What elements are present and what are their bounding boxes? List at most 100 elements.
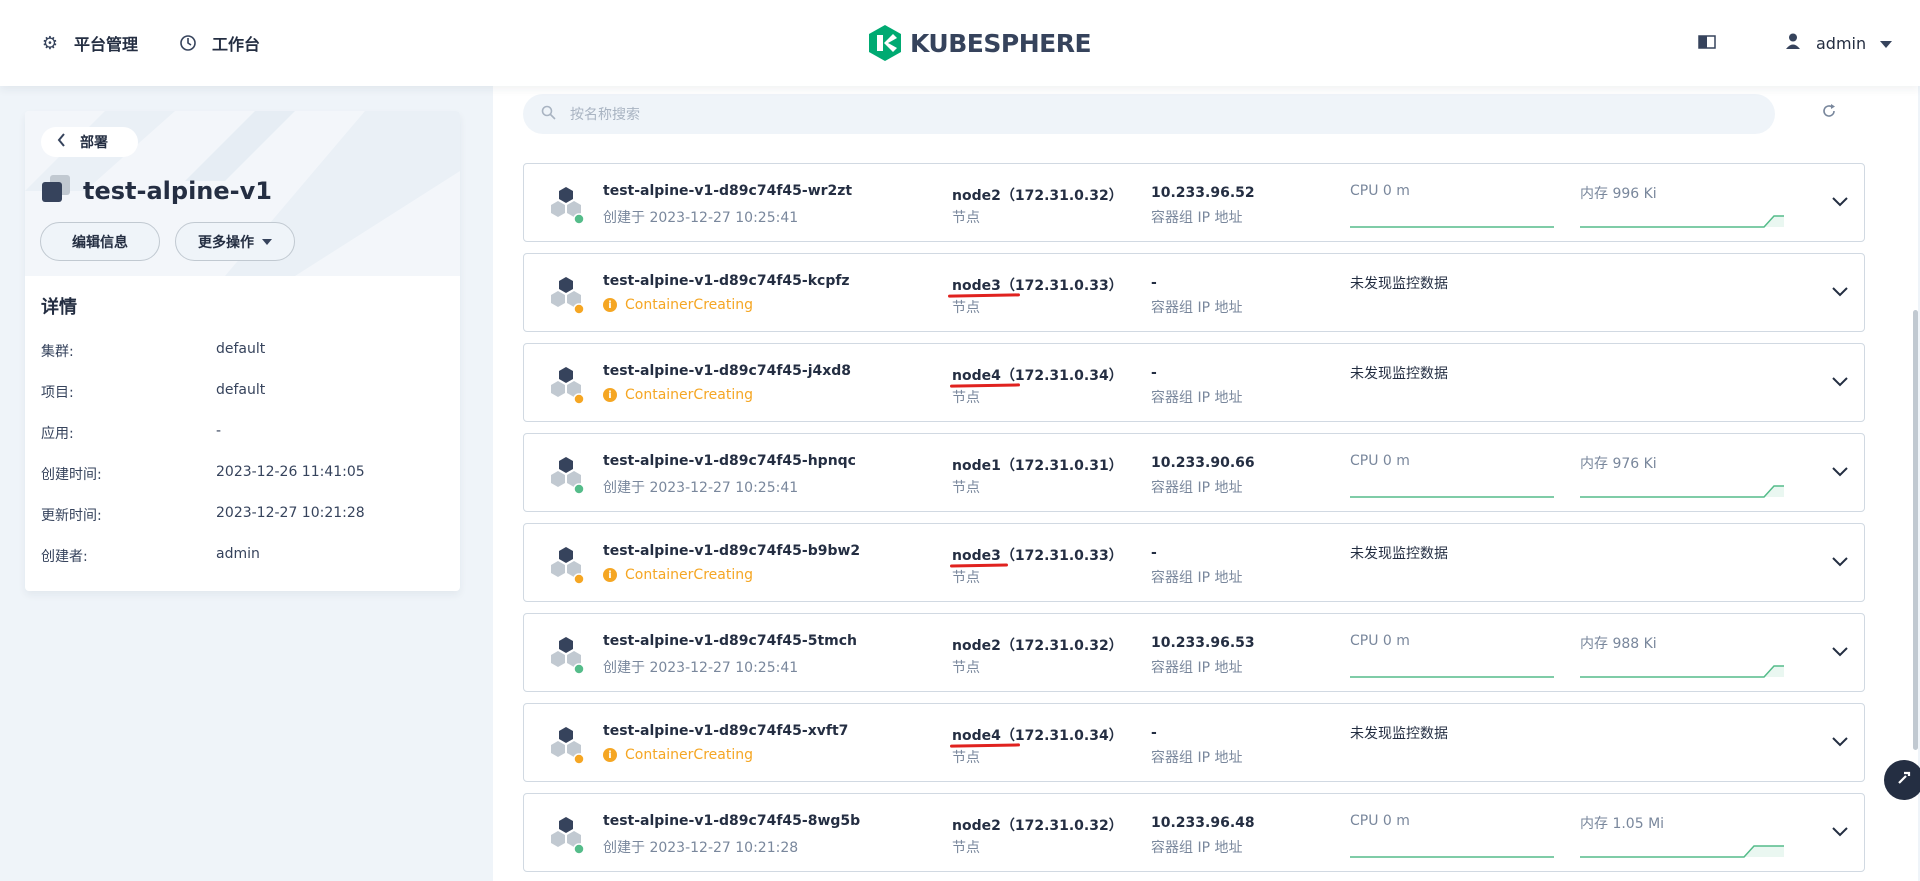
pod-ip-label: 容器组 IP 地址 [1151, 390, 1243, 406]
kubesphere-logo[interactable]: KUBESPHERE [868, 24, 1092, 62]
pod-ip: 10.233.96.53 [1151, 635, 1255, 651]
kubesphere-logo-icon [869, 25, 901, 61]
pod-name[interactable]: test-alpine-v1-d89c74f45-8wg5b [603, 813, 860, 829]
search-icon [541, 105, 556, 124]
platform-management-button[interactable]: ⚙ 平台管理 [40, 28, 138, 58]
workbench-label: 工作台 [212, 35, 261, 54]
pod-row[interactable]: test-alpine-v1-d89c74f45-j4xd8 i Container… [523, 343, 1865, 422]
info-icon: i [603, 748, 617, 762]
node-label: 节点 [952, 300, 980, 316]
memory-usage-label: 内存 976 Ki [1580, 456, 1657, 472]
node-label: 节点 [952, 210, 980, 226]
refresh-icon[interactable] [1820, 102, 1842, 124]
user-icon [1784, 32, 1802, 54]
pod-icon [551, 187, 585, 225]
pod-ip-label: 容器组 IP 地址 [1151, 660, 1243, 676]
expand-chevron-icon[interactable] [1832, 372, 1852, 392]
pod-row[interactable]: test-alpine-v1-d89c74f45-hpnqc 创建于 2023-1… [523, 433, 1865, 512]
node-label: 节点 [952, 480, 980, 496]
pod-ip-label: 容器组 IP 地址 [1151, 300, 1243, 316]
pod-name[interactable]: test-alpine-v1-d89c74f45-hpnqc [603, 453, 856, 469]
logo-text: KUBESPHERE [910, 28, 1092, 58]
node-name: node3（172.31.0.33） [952, 278, 1123, 294]
detail-key: 项目: [41, 385, 74, 401]
deployment-icon [41, 174, 71, 208]
red-annotation-underline [949, 563, 1009, 568]
pod-name[interactable]: test-alpine-v1-d89c74f45-kcpfz [603, 273, 850, 289]
pod-ip: - [1151, 725, 1157, 741]
memory-sparkline [1580, 485, 1784, 498]
cpu-sparkline [1350, 496, 1554, 498]
edit-info-label: 编辑信息 [72, 234, 128, 251]
pod-status-text: ContainerCreating [625, 297, 753, 313]
pod-name[interactable]: test-alpine-v1-d89c74f45-j4xd8 [603, 363, 851, 379]
node-label: 节点 [952, 750, 980, 766]
pod-status-text: ContainerCreating [625, 387, 753, 403]
cpu-sparkline [1350, 676, 1554, 678]
pod-ip: - [1151, 365, 1157, 381]
user-menu[interactable]: admin [1784, 28, 1893, 58]
pod-icon [551, 817, 585, 855]
pod-ip-label: 容器组 IP 地址 [1151, 840, 1243, 856]
pod-status: i ContainerCreating [603, 387, 753, 403]
pod-icon [551, 367, 585, 405]
pod-row[interactable]: test-alpine-v1-d89c74f45-xvft7 i Container… [523, 703, 1865, 782]
pod-status: i ContainerCreating [603, 567, 753, 583]
theme-toggle-icon[interactable] [1698, 34, 1718, 52]
pod-row[interactable]: test-alpine-v1-d89c74f45-kcpfz i Container… [523, 253, 1865, 332]
node-name: node3（172.31.0.33） [952, 548, 1123, 564]
edit-info-button[interactable]: 编辑信息 [40, 222, 160, 261]
detail-key: 创建者: [41, 549, 88, 565]
pod-name[interactable]: test-alpine-v1-d89c74f45-wr2zt [603, 183, 852, 199]
pod-ip: 10.233.96.48 [1151, 815, 1255, 831]
info-icon: i [603, 568, 617, 582]
expand-chevron-icon[interactable] [1832, 642, 1852, 662]
pod-name[interactable]: test-alpine-v1-d89c74f45-5tmch [603, 633, 857, 649]
dashboard-icon [178, 33, 198, 53]
platform-management-label: 平台管理 [74, 35, 139, 54]
red-annotation-underline [947, 293, 1021, 298]
node-name: node4（172.31.0.34） [952, 368, 1123, 384]
memory-usage-label: 内存 988 Ki [1580, 636, 1657, 652]
workbench-button[interactable]: 工作台 [178, 28, 260, 58]
toolbox-button[interactable] [1884, 760, 1920, 800]
detail-value: admin [216, 546, 260, 562]
no-monitoring-data: 未发现监控数据 [1350, 546, 1448, 562]
pod-row[interactable]: test-alpine-v1-d89c74f45-5tmch 创建于 2023-1… [523, 613, 1865, 692]
pod-name[interactable]: test-alpine-v1-d89c74f45-xvft7 [603, 723, 848, 739]
expand-chevron-icon[interactable] [1832, 192, 1852, 212]
info-icon: i [603, 298, 617, 312]
pod-ip-label: 容器组 IP 地址 [1151, 570, 1243, 586]
expand-chevron-icon[interactable] [1832, 282, 1852, 302]
more-actions-button[interactable]: 更多操作 [175, 222, 295, 261]
resource-name: test-alpine-v1 [83, 177, 272, 205]
red-annotation-underline [949, 383, 1021, 388]
expand-chevron-icon[interactable] [1832, 822, 1852, 842]
expand-chevron-icon[interactable] [1832, 462, 1852, 482]
node-name: node2（172.31.0.32） [952, 188, 1123, 204]
pod-row[interactable]: test-alpine-v1-d89c74f45-wr2zt 创建于 2023-1… [523, 163, 1865, 242]
detail-key: 更新时间: [41, 508, 102, 524]
expand-chevron-icon[interactable] [1832, 732, 1852, 752]
hammer-icon [1896, 770, 1912, 790]
pod-name[interactable]: test-alpine-v1-d89c74f45-b9bw2 [603, 543, 860, 559]
pod-status: i ContainerCreating [603, 747, 753, 763]
resource-detail-card: 部署 test-alpine-v1 编辑信息 更多操作 详情 集群: defaul… [25, 111, 460, 591]
scrollbar[interactable] [1913, 310, 1918, 750]
expand-chevron-icon[interactable] [1832, 552, 1852, 572]
pod-list-panel: 按名称搜索 test-alpine-v1-d89c74f45-wr2zt 创建于 … [493, 86, 1918, 881]
pod-status-text: ContainerCreating [625, 567, 753, 583]
pod-status: i ContainerCreating [603, 297, 753, 313]
detail-value: default [216, 341, 266, 357]
resource-title: test-alpine-v1 [41, 174, 272, 208]
memory-sparkline [1580, 215, 1784, 228]
pod-ip-label: 容器组 IP 地址 [1151, 210, 1243, 226]
back-to-deployments-button[interactable]: 部署 [41, 127, 138, 157]
pod-icon [551, 547, 585, 585]
pod-row[interactable]: test-alpine-v1-d89c74f45-b9bw2 i Container… [523, 523, 1865, 602]
search-input[interactable]: 按名称搜索 [523, 94, 1775, 134]
no-monitoring-data: 未发现监控数据 [1350, 366, 1448, 382]
pod-created-time: 创建于 2023-12-27 10:25:41 [603, 480, 799, 496]
pod-row[interactable]: test-alpine-v1-d89c74f45-8wg5b 创建于 2023-1… [523, 793, 1865, 872]
detail-row: 更新时间: 2023-12-27 10:21:28 [41, 505, 441, 525]
